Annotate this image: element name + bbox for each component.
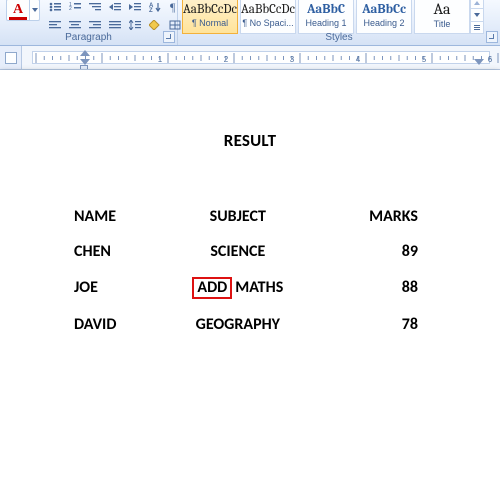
- ribbon-group-paragraph: A 12: [0, 0, 178, 45]
- style-preview: Aa: [433, 1, 450, 17]
- style-chip[interactable]: AaBbC Heading 1: [298, 0, 354, 34]
- align-left-button[interactable]: [46, 17, 64, 33]
- style-name: Title: [434, 19, 451, 29]
- sort-button[interactable]: AZ: [146, 0, 164, 15]
- first-line-indent-marker[interactable]: [80, 50, 90, 56]
- svg-text:5: 5: [422, 55, 427, 64]
- paragraph-dialog-launcher[interactable]: [163, 31, 175, 43]
- style-preview: AaBbC: [307, 3, 345, 16]
- style-name: Heading 1: [305, 18, 346, 28]
- group-label-paragraph: Paragraph: [4, 32, 173, 45]
- ruler-bar: 1 2 3 4 5 6: [0, 46, 500, 70]
- svg-text:4: 4: [356, 55, 361, 64]
- style-name: Heading 2: [363, 18, 404, 28]
- style-preview: AaBbCc: [362, 3, 406, 16]
- increase-indent-button[interactable]: [126, 0, 144, 15]
- col-header-name: NAME: [70, 199, 155, 234]
- svg-text:2: 2: [69, 6, 72, 12]
- bullets-button[interactable]: [46, 0, 64, 15]
- style-chip[interactable]: AaBbCcDc ¶ No Spaci...: [240, 0, 296, 34]
- cell-marks: 78: [321, 307, 430, 342]
- ribbon: A 12: [0, 0, 500, 46]
- cell-marks: 88: [321, 269, 430, 307]
- font-color-button[interactable]: A: [6, 0, 40, 21]
- cell-name: CHEN: [70, 234, 155, 269]
- svg-text:¶: ¶: [170, 1, 176, 13]
- multilevel-list-button[interactable]: [86, 0, 104, 15]
- style-preview: AaBbCcDc: [241, 3, 295, 16]
- decrease-indent-button[interactable]: [106, 0, 124, 15]
- ribbon-group-styles: AaBbCcDc¶ NormalAaBbCcDc¶ No Spaci...AaB…: [178, 0, 500, 45]
- cell-subject: ADDMATHS: [155, 269, 321, 307]
- styles-gallery: AaBbCcDc¶ NormalAaBbCcDc¶ No Spaci...AaB…: [182, 0, 470, 34]
- cell-subject: SCIENCE: [155, 234, 321, 269]
- align-right-button[interactable]: [86, 17, 104, 33]
- table-row: JOEADDMATHS88: [70, 269, 430, 307]
- justify-button[interactable]: [106, 17, 124, 33]
- svg-text:3: 3: [290, 55, 295, 64]
- style-chip[interactable]: Aa Title: [414, 0, 470, 34]
- document-workspace: RESULT NAME SUBJECT MARKS CHENSCIENCE89J…: [0, 70, 500, 500]
- style-chip[interactable]: AaBbCc Heading 2: [356, 0, 412, 34]
- horizontal-ruler[interactable]: 1 2 3 4 5 6: [22, 46, 500, 69]
- cell-name: DAVID: [70, 307, 155, 342]
- styles-dialog-launcher[interactable]: [486, 31, 498, 43]
- cell-marks: 89: [321, 234, 430, 269]
- shading-button[interactable]: [146, 17, 164, 33]
- styles-gallery-scroll[interactable]: [470, 0, 484, 34]
- group-label-styles: Styles: [182, 32, 496, 45]
- right-indent-marker[interactable]: [474, 59, 484, 65]
- svg-text:2: 2: [224, 55, 229, 64]
- line-spacing-button[interactable]: [126, 17, 144, 33]
- highlight-annotation: ADD: [192, 277, 232, 299]
- svg-text:6: 6: [488, 55, 493, 64]
- left-indent-marker[interactable]: [80, 65, 88, 69]
- style-name: ¶ Normal: [192, 18, 228, 28]
- cell-name: JOE: [70, 269, 155, 307]
- document-page[interactable]: RESULT NAME SUBJECT MARKS CHENSCIENCE89J…: [0, 70, 500, 500]
- style-preview: AaBbCcDc: [183, 3, 237, 16]
- svg-text:Z: Z: [149, 8, 153, 12]
- ruler-tab-selector[interactable]: [0, 46, 22, 69]
- numbering-button[interactable]: 12: [66, 0, 84, 15]
- style-chip[interactable]: AaBbCcDc ¶ Normal: [182, 0, 238, 34]
- style-name: ¶ No Spaci...: [242, 18, 293, 28]
- gallery-down[interactable]: [471, 9, 483, 21]
- svg-text:1: 1: [158, 55, 163, 64]
- table-header-row: NAME SUBJECT MARKS: [70, 199, 430, 234]
- col-header-marks: MARKS: [321, 199, 430, 234]
- cell-subject: GEOGRAPHY: [155, 307, 321, 342]
- document-title: RESULT: [70, 130, 430, 151]
- result-table: NAME SUBJECT MARKS CHENSCIENCE89JOEADDMA…: [70, 199, 430, 342]
- align-center-button[interactable]: [66, 17, 84, 33]
- table-row: CHENSCIENCE89: [70, 234, 430, 269]
- gallery-up[interactable]: [471, 0, 483, 9]
- font-color-icon: A: [7, 2, 29, 18]
- table-row: DAVIDGEOGRAPHY78: [70, 307, 430, 342]
- col-header-subject: SUBJECT: [155, 199, 321, 234]
- font-color-dropdown[interactable]: [29, 0, 39, 20]
